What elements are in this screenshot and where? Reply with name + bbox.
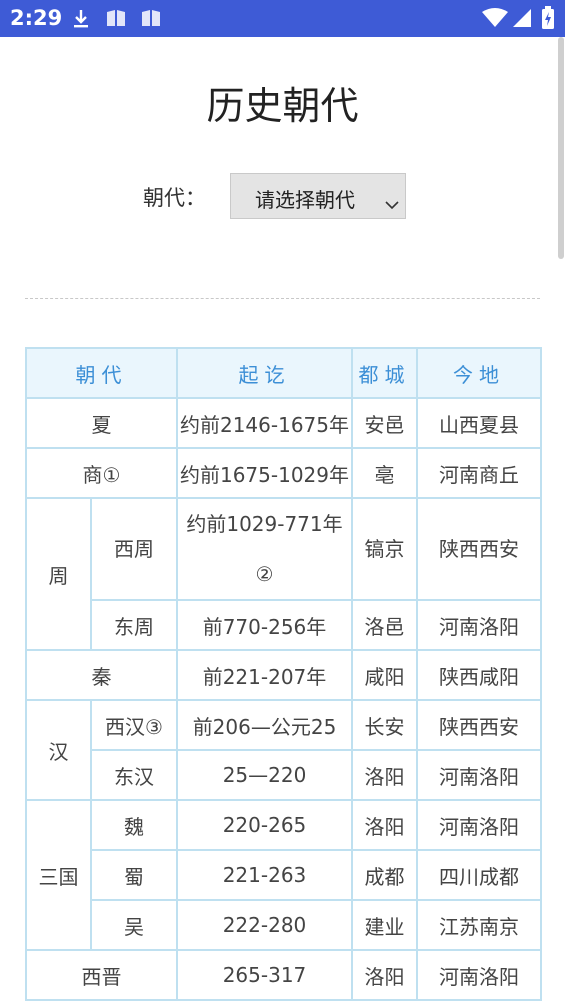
table-header-row: 朝代 起讫 都城 今地 [25,347,542,399]
period-cell: 约前2146-1675年 [176,397,353,449]
signal-icon [512,8,532,32]
scrollbar[interactable] [558,37,564,259]
capital-cell: 安邑 [351,397,418,449]
dynasty-cell: 夏 [25,397,178,449]
table-row: 东周 前770-256年 洛邑 河南洛阳 [26,599,542,651]
dynasty-cell: 汉 [25,699,92,801]
location-cell: 江苏南京 [416,899,542,951]
capital-cell: 建业 [351,899,418,951]
page-title: 历史朝代 [206,84,359,128]
location-cell: 山西夏县 [416,397,542,449]
period-cell: 约前1029-771年② [176,497,353,601]
table-row: 周 西周 约前1029-771年② 镐京 陕西西安 [25,497,542,651]
header-location: 今地 [416,347,542,399]
capital-cell: 亳 [351,447,418,499]
status-time: 2:29 [10,6,63,30]
location-cell: 陕西西安 [416,497,542,601]
capital-cell: 洛阳 [351,749,418,801]
location-cell: 河南洛阳 [416,749,542,801]
period-cell: 25—220 [176,749,353,801]
battery-charging-icon [541,6,555,34]
period-cell: 前221-207年 [176,649,353,701]
period-cell: 220-265 [176,799,353,851]
capital-cell: 洛邑 [351,599,418,651]
table-row: 夏 约前2146-1675年 安邑 山西夏县 [25,397,542,449]
book-icon [141,9,161,31]
dynasty-cell: 商① [25,447,178,499]
sub-dynasty-cell: 西汉③ [90,699,178,751]
period-cell: 约前1675-1029年 [176,447,353,499]
location-cell: 河南商丘 [416,447,542,499]
capital-cell: 洛阳 [351,949,418,1001]
dynasty-table: 朝代 起讫 都城 今地 夏 约前2146-1675年 安邑 山西夏县 商① 约前… [25,347,542,1001]
dynasty-cell: 周 [25,497,92,651]
location-cell: 河南洛阳 [416,799,542,851]
wifi-icon [482,8,508,32]
sub-dynasty-cell: 西周 [90,497,178,601]
table-row: 吴 222-280 建业 江苏南京 [26,899,542,951]
location-cell: 河南洛阳 [416,949,542,1001]
book-icon [106,9,126,31]
capital-cell: 镐京 [351,497,418,601]
location-cell: 陕西西安 [416,699,542,751]
sub-dynasty-cell: 蜀 [90,849,178,901]
table-row: 东汉 25—220 洛阳 河南洛阳 [26,749,542,801]
capital-cell: 咸阳 [351,649,418,701]
dynasty-select-value: 请选择朝代 [255,188,355,212]
header-dynasty: 朝代 [25,347,178,399]
period-cell: 265-317 [176,949,353,1001]
header-period: 起讫 [176,347,353,399]
table-row: 汉 西汉③ 前206—公元25 长安 陕西西安 [25,699,542,801]
sub-dynasty-cell: 魏 [90,799,178,851]
table-row: 西晋 265-317 洛阳 河南洛阳 [25,949,542,1001]
status-bar: 2:29 [0,0,565,37]
dashed-divider [25,298,540,299]
chevron-down-icon [385,191,399,215]
location-cell: 四川成都 [416,849,542,901]
capital-cell: 洛阳 [351,799,418,851]
period-cell: 前206—公元25 [176,699,353,751]
download-icon [72,9,90,33]
dynasty-picker-label: 朝代： [143,186,206,210]
capital-cell: 长安 [351,699,418,751]
period-cell: 221-263 [176,849,353,901]
sub-dynasty-cell: 吴 [90,899,178,951]
location-cell: 河南洛阳 [416,599,542,651]
sub-dynasty-cell: 东周 [90,599,178,651]
dynasty-cell: 西晋 [25,949,178,1001]
table-row: 三国 魏 220-265 洛阳 河南洛阳 [25,799,542,951]
dynasty-cell: 三国 [25,799,92,951]
header-capital: 都城 [351,347,418,399]
table-row: 蜀 221-263 成都 四川成都 [26,849,542,901]
dynasty-cell: 秦 [25,649,178,701]
main-content: 历史朝代 朝代： 请选择朝代 朝代 起讫 都城 今地 夏 约前2146-1675… [0,37,565,1004]
dynasty-select[interactable]: 请选择朝代 [230,173,406,219]
capital-cell: 成都 [351,849,418,901]
period-cell: 前770-256年 [176,599,353,651]
location-cell: 陕西咸阳 [416,649,542,701]
sub-dynasty-cell: 东汉 [90,749,178,801]
period-cell: 222-280 [176,899,353,951]
table-row: 秦 前221-207年 咸阳 陕西咸阳 [25,649,542,701]
table-row: 商① 约前1675-1029年 亳 河南商丘 [25,447,542,499]
